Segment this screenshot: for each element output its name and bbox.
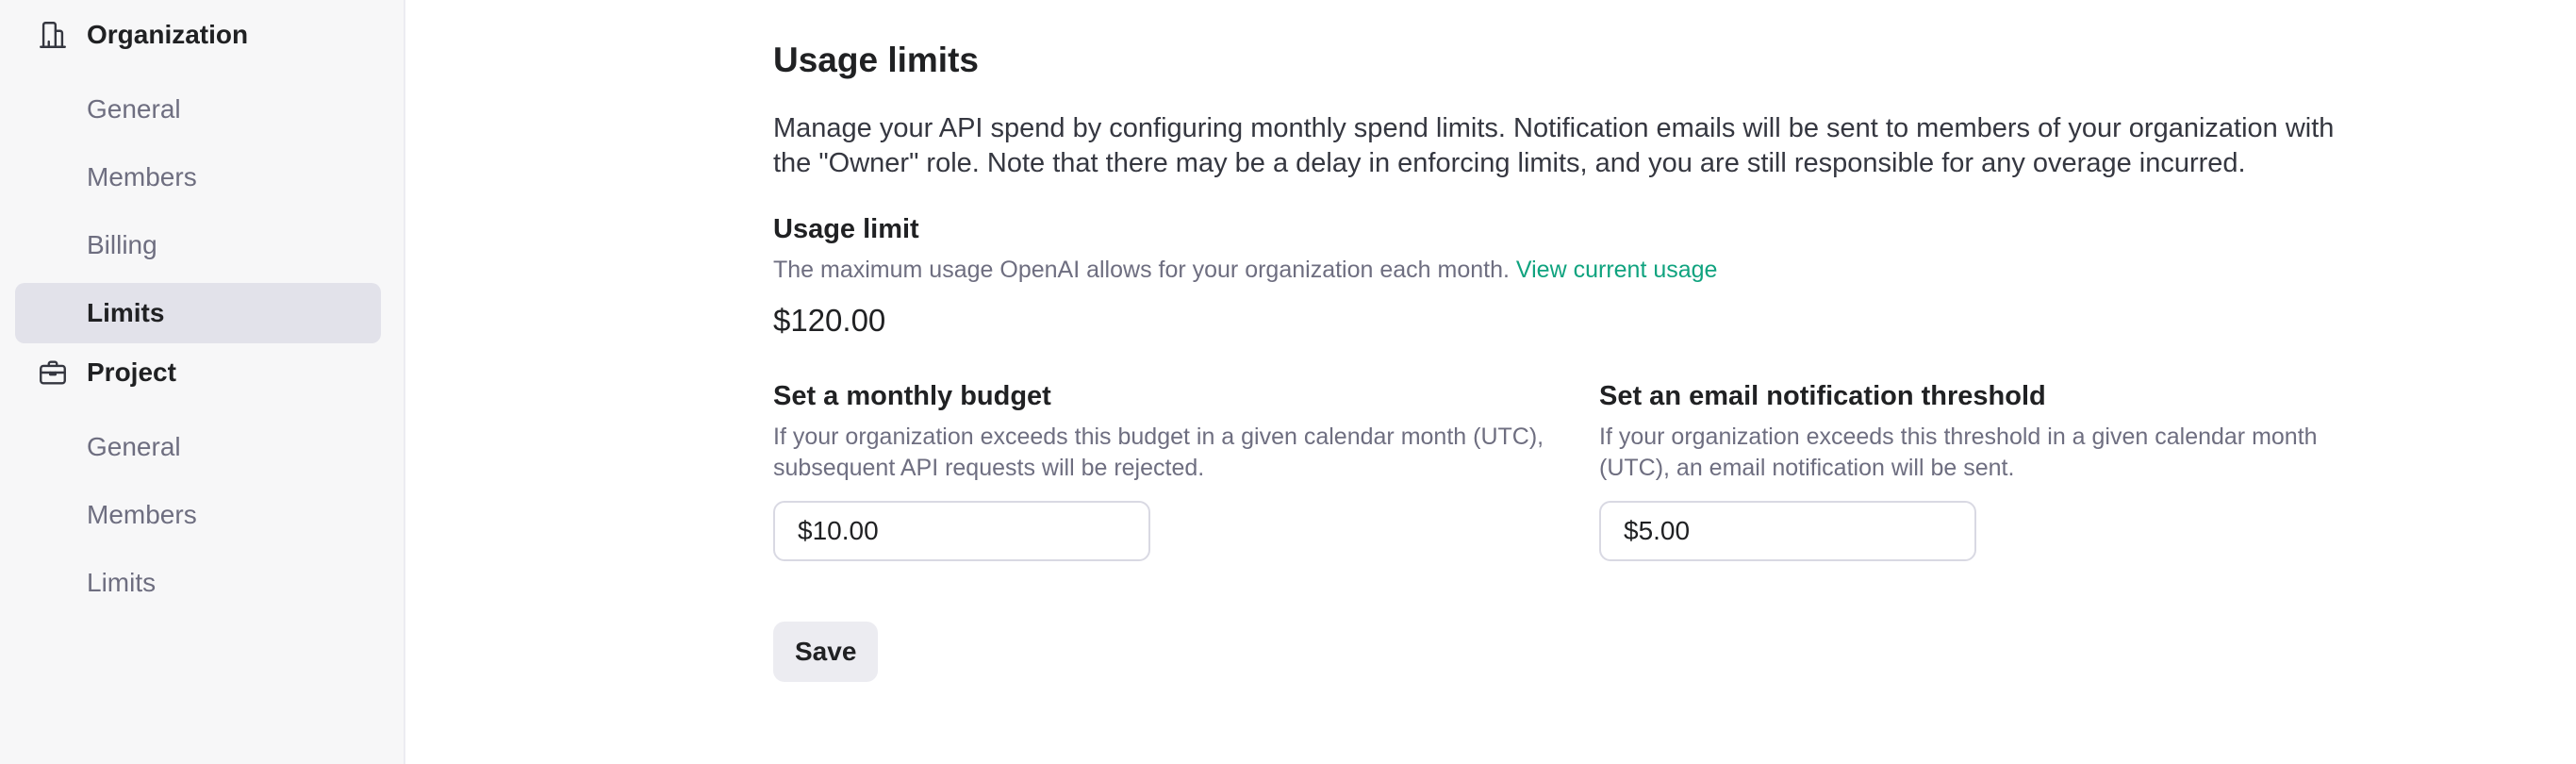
monthly-budget-block: Set a monthly budget If your organizatio… — [773, 378, 1599, 561]
briefcase-icon — [36, 356, 70, 390]
sidebar-item-project-members[interactable]: Members — [15, 485, 381, 545]
usage-limit-subtitle: The maximum usage OpenAI allows for your… — [773, 255, 2376, 286]
sidebar: Organization General Members Billing Lim… — [0, 0, 405, 764]
sidebar-item-org-billing[interactable]: Billing — [15, 215, 381, 275]
save-button[interactable]: Save — [773, 622, 879, 682]
app-root: Organization General Members Billing Lim… — [0, 0, 2576, 764]
monthly-budget-input[interactable] — [773, 501, 1150, 561]
sidebar-item-org-members[interactable]: Members — [15, 147, 381, 208]
building-icon — [36, 18, 70, 52]
monthly-budget-title: Set a monthly budget — [773, 381, 1051, 411]
notification-threshold-title: Set an email notification threshold — [1599, 381, 2046, 411]
sidebar-item-project-limits[interactable]: Limits — [15, 553, 381, 613]
sidebar-section-project: Project — [15, 351, 388, 394]
usage-limit-title: Usage limit — [773, 214, 919, 244]
sidebar-item-org-limits[interactable]: Limits — [15, 283, 381, 343]
organization-nav: General Members Billing Limits — [0, 79, 404, 343]
notification-threshold-input[interactable] — [1599, 501, 1976, 561]
sidebar-section-title: Project — [87, 357, 176, 387]
main-content: Usage limits Manage your API spend by co… — [405, 0, 2576, 764]
sidebar-section-organization: Organization — [15, 13, 388, 57]
usage-limit-value: $120.00 — [773, 303, 886, 338]
project-nav: General Members Limits — [0, 417, 404, 613]
usage-limits-panel: Usage limits Manage your API spend by co… — [773, 38, 2376, 682]
sidebar-section-title: Organization — [87, 20, 249, 49]
limits-form-row: Set a monthly budget If your organizatio… — [773, 378, 2376, 561]
usage-limit-block: Usage limit The maximum usage OpenAI all… — [773, 211, 2376, 340]
page-title: Usage limits — [773, 41, 979, 79]
notification-threshold-block: Set an email notification threshold If y… — [1599, 378, 2372, 561]
sidebar-item-org-general[interactable]: General — [15, 79, 381, 140]
monthly-budget-subtitle: If your organization exceeds this budget… — [773, 424, 1544, 481]
usage-limit-subtitle-text: The maximum usage OpenAI allows for your… — [773, 257, 1510, 283]
page-description: Manage your API spend by configuring mon… — [773, 113, 2335, 178]
sidebar-item-project-general[interactable]: General — [15, 417, 381, 477]
notification-threshold-subtitle: If your organization exceeds this thresh… — [1599, 424, 2318, 481]
view-current-usage-link[interactable]: View current usage — [1516, 257, 1718, 283]
